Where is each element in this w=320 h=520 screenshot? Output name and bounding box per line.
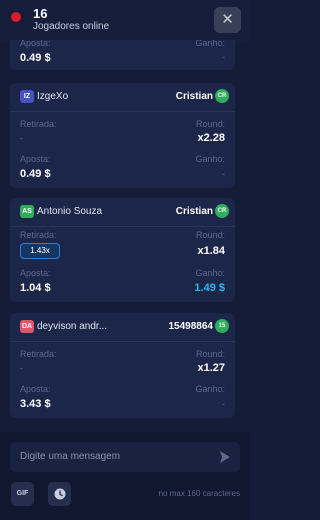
opponent-name: 15498864 bbox=[168, 321, 214, 332]
retirada-label: Retirada: bbox=[20, 230, 57, 240]
round-label: Round: bbox=[195, 349, 225, 359]
round-value: x1.27 bbox=[197, 362, 225, 374]
aposta-label: Aposta: bbox=[20, 384, 51, 394]
online-label: Jogadores online bbox=[33, 21, 110, 32]
retirada-label: Retirada: bbox=[20, 349, 57, 359]
bets-feed[interactable]: Aposta: Ganho: 0.49 $ - IZ IzgeXo Cristi… bbox=[0, 40, 250, 432]
bet-card-header: AS Antonio Souza Cristian CR bbox=[10, 198, 235, 226]
avatar: IZ bbox=[20, 90, 34, 103]
aposta-label: Aposta: bbox=[20, 40, 51, 48]
aposta-value: 3.43 $ bbox=[20, 398, 51, 410]
bet-card-header: DA deyvison andr... 15498864 15 bbox=[10, 313, 235, 341]
ganho-label: Ganho: bbox=[195, 154, 225, 164]
ganho-value: - bbox=[222, 169, 225, 179]
chat-composer: Digite uma mensagem GIF no max 160 carac… bbox=[0, 432, 250, 520]
divider bbox=[10, 341, 235, 342]
aposta-label: Aposta: bbox=[20, 154, 51, 164]
cashout-multiplier-badge: 1.43x bbox=[20, 243, 60, 259]
username: IzgeXo bbox=[37, 91, 69, 102]
bet-card-header: IZ IzgeXo Cristian CR bbox=[10, 83, 235, 111]
message-placeholder[interactable]: Digite uma mensagem bbox=[20, 451, 120, 463]
history-button[interactable] bbox=[48, 482, 71, 506]
ganho-value: - bbox=[222, 52, 225, 62]
retirada-value: - bbox=[20, 133, 23, 143]
char-limit-hint: no max 160 caracteres bbox=[158, 489, 240, 498]
divider bbox=[10, 111, 235, 112]
round-label: Round: bbox=[195, 119, 225, 129]
send-icon[interactable] bbox=[220, 451, 230, 463]
opponent-avatar: CR bbox=[215, 204, 229, 218]
aposta-value: 0.49 $ bbox=[20, 52, 51, 64]
message-input[interactable]: Digite uma mensagem bbox=[10, 442, 240, 472]
retirada-value: - bbox=[20, 363, 23, 373]
bet-card: Aposta: Ganho: 0.49 $ - bbox=[10, 40, 235, 70]
avatar: AS bbox=[20, 205, 34, 218]
clock-icon bbox=[54, 488, 66, 500]
bet-card: DA deyvison andr... 15498864 15 Retirada… bbox=[10, 313, 235, 418]
close-button[interactable]: ✕ bbox=[214, 7, 241, 33]
ganho-label: Ganho: bbox=[195, 40, 225, 48]
ganho-value: - bbox=[222, 399, 225, 409]
round-value: x2.28 bbox=[197, 132, 225, 144]
aposta-value: 1.04 $ bbox=[20, 282, 51, 294]
ganho-value: 1.49 $ bbox=[194, 282, 225, 294]
divider bbox=[10, 226, 235, 227]
username: Antonio Souza bbox=[37, 206, 103, 217]
retirada-label: Retirada: bbox=[20, 119, 57, 129]
aposta-label: Aposta: bbox=[20, 268, 51, 278]
username: deyvison andr... bbox=[37, 321, 108, 332]
round-label: Round: bbox=[195, 230, 225, 240]
chat-header: 16 Jogadores online ✕ bbox=[0, 0, 250, 42]
avatar: DA bbox=[20, 320, 34, 333]
online-indicator-icon bbox=[11, 12, 21, 22]
opponent-avatar: 15 bbox=[215, 319, 229, 333]
close-icon: ✕ bbox=[221, 11, 234, 28]
opponent-name: Cristian bbox=[175, 91, 213, 102]
ganho-label: Ganho: bbox=[195, 268, 225, 278]
ganho-label: Ganho: bbox=[195, 384, 225, 394]
opponent-name: Cristian bbox=[175, 206, 213, 217]
opponent-avatar: CR bbox=[215, 89, 229, 103]
aposta-value: 0.49 $ bbox=[20, 168, 51, 180]
gif-button[interactable]: GIF bbox=[11, 482, 34, 506]
bet-card: IZ IzgeXo Cristian CR Retirada: Round: -… bbox=[10, 83, 235, 188]
online-count: 16 bbox=[33, 6, 48, 21]
round-value: x1.84 bbox=[197, 245, 225, 257]
